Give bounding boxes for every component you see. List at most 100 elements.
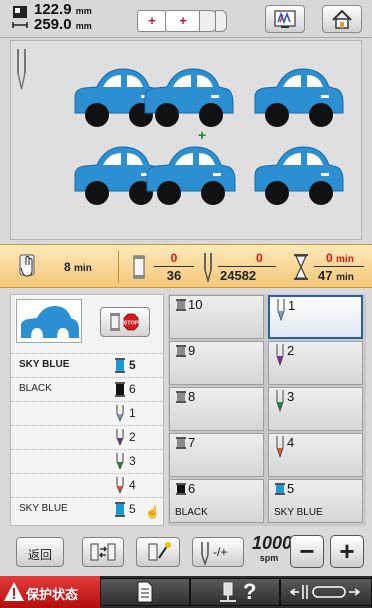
needle-bar-cell[interactable]: 9 — [169, 341, 264, 385]
color-number: 5 — [129, 502, 136, 516]
back-button[interactable]: 返回 — [16, 537, 64, 567]
needle-bar-number: 8 — [188, 389, 196, 404]
frame-xlarge[interactable] — [215, 10, 227, 32]
needle-icon — [276, 390, 284, 412]
needle-icon — [277, 299, 285, 321]
color-swap-icon — [90, 543, 116, 561]
stop-label: STOP — [124, 321, 139, 327]
needle-icon — [116, 477, 124, 493]
protect-status-button[interactable]: 保护状态 — [0, 576, 100, 608]
embroidery-preview[interactable]: + — [10, 40, 362, 240]
color-name: SKY BLUE — [19, 359, 70, 370]
plus-icon: + — [339, 536, 355, 566]
progress-stats-bar: 8 min 0 36 0 24582 0 min 47 min — [0, 244, 372, 288]
color-total-value: 36 — [166, 268, 182, 283]
size-icon — [12, 6, 28, 28]
center-point-icon: + — [198, 127, 207, 143]
needle-bar-cell[interactable]: 3 — [268, 387, 363, 431]
needle-bar-cell[interactable]: 6 BLACK — [169, 479, 264, 523]
needle-bar-number: 2 — [287, 343, 295, 358]
color-list-item[interactable]: 2 — [11, 425, 163, 445]
color-number: 6 — [129, 382, 136, 396]
color-list-item[interactable]: 4 — [11, 473, 163, 493]
frame-move-button[interactable] — [280, 578, 372, 606]
spool-icon — [133, 255, 145, 279]
design-info-button[interactable] — [100, 578, 190, 606]
stop-button[interactable]: STOP — [100, 307, 150, 337]
needle-bar-cell[interactable]: 10 — [169, 295, 264, 339]
height-unit: mm — [75, 21, 92, 31]
bottom-bar: 保护状态 ? — [0, 576, 372, 608]
needle-bar-number: 4 — [287, 435, 295, 450]
elapsed-time-value: 0 — [326, 251, 333, 265]
car-design — [144, 68, 234, 127]
needle-icon — [116, 453, 124, 469]
warning-icon — [4, 582, 24, 601]
needle-icon — [204, 253, 212, 282]
needle-bar-color-name: SKY BLUE — [274, 507, 323, 518]
car-design — [254, 146, 344, 205]
remaining-time-unit: min — [74, 263, 92, 274]
thread-spool-icon — [115, 358, 125, 373]
home-icon — [332, 9, 352, 29]
frame-medium[interactable]: + — [165, 10, 201, 32]
help-label: ? — [243, 579, 257, 604]
thread-spool-icon — [176, 391, 186, 403]
list-scroll-hand-icon[interactable]: ☝ — [145, 505, 160, 519]
thread-spool-icon — [176, 483, 186, 495]
needle-bar-number: 5 — [287, 481, 295, 496]
speed-value: 1000 — [252, 533, 293, 553]
color-number: 5 — [129, 358, 136, 372]
needle-bar-number: 3 — [287, 389, 295, 404]
frame-small[interactable]: + — [137, 10, 167, 32]
speed-increase-button[interactable]: + — [330, 535, 364, 568]
thread-edit-button[interactable] — [136, 537, 180, 567]
needle-bar-number: 1 — [288, 298, 296, 313]
needle-bar-number: 10 — [188, 297, 203, 312]
speed-unit: spm — [259, 553, 279, 563]
thread-wand-icon — [148, 542, 171, 561]
car-design — [254, 68, 344, 127]
car-design — [146, 146, 236, 205]
help-button[interactable]: ? — [190, 578, 280, 606]
protect-status-label: 保护状态 — [26, 587, 79, 602]
needle-bar-cell[interactable]: 7 — [169, 433, 264, 477]
needle-bar-color-name: BLACK — [175, 507, 208, 518]
needle-toggle-button[interactable]: -/+ — [192, 537, 244, 567]
color-list-item[interactable]: 1 — [11, 401, 163, 421]
color-number: 4 — [129, 478, 136, 492]
document-icon — [137, 581, 153, 603]
needle-bar-cell[interactable]: 4 — [268, 433, 363, 477]
color-list-item[interactable]: SKY BLUE 5 — [11, 497, 163, 517]
needle-bar-cell[interactable]: 2 — [268, 341, 363, 385]
height-value: 259.0 — [34, 16, 72, 33]
frame-move-icon — [289, 585, 361, 599]
needle-bar-number: 6 — [188, 481, 196, 496]
needle-icon — [116, 429, 124, 445]
thread-spool-icon — [115, 502, 125, 517]
home-button[interactable] — [322, 5, 362, 33]
needle-bar-cell[interactable]: 1 — [268, 295, 363, 339]
needle-bar-number: 9 — [188, 343, 196, 358]
thread-spool-icon — [115, 382, 125, 397]
minus-icon: − — [299, 536, 315, 566]
thread-spool-icon — [176, 437, 186, 449]
stitch-current-value: 0 — [256, 251, 263, 265]
needle-bar-cell[interactable]: 5 SKY BLUE — [268, 479, 363, 523]
color-list-item[interactable]: 3 — [11, 449, 163, 469]
needle-icon — [201, 542, 209, 565]
design-dimensions: 122.9 mm 259.0 mm — [34, 2, 92, 33]
color-number: 3 — [129, 454, 136, 468]
color-list-item[interactable]: SKY BLUE 5 — [11, 353, 163, 373]
back-label: 返回 — [27, 548, 52, 562]
needle-bar-number: 7 — [188, 435, 196, 450]
color-change-button[interactable] — [265, 5, 305, 33]
color-list-item[interactable]: BLACK 6 — [11, 377, 163, 397]
needle-icon — [276, 436, 284, 458]
color-swap-button[interactable] — [82, 537, 124, 567]
speed-decrease-button[interactable]: − — [290, 535, 324, 568]
machine-icon — [220, 582, 236, 602]
color-name: BLACK — [19, 383, 52, 394]
needle-bar-cell[interactable]: 8 — [169, 387, 264, 431]
stop-icon: STOP — [110, 313, 139, 331]
